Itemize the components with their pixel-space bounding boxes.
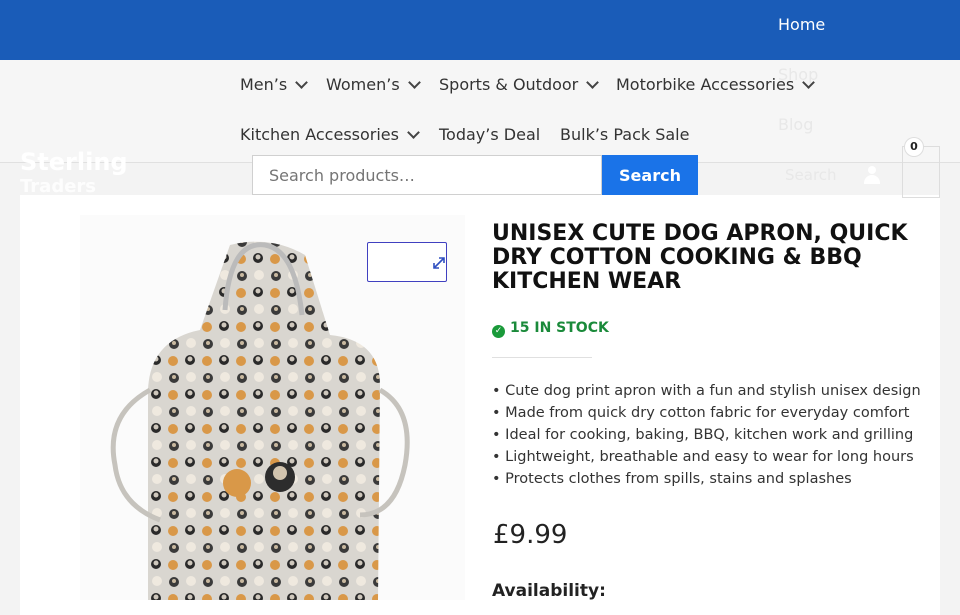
chevron-down-icon: [802, 76, 816, 89]
menu-item-womens[interactable]: Women’s: [326, 75, 421, 94]
product-price: £9.99: [493, 520, 568, 550]
chevron-down-icon: [407, 76, 421, 89]
product-title: Unisex Cute Dog Apron, Quick Dry Cotton …: [492, 221, 908, 294]
menu-item-kitchen-accessories[interactable]: Kitchen Accessories: [240, 125, 420, 144]
divider: [492, 357, 592, 358]
feature-list: • Cute dog print apron with a fun and st…: [492, 380, 932, 490]
menu-item-label: Sports & Outdoor: [439, 75, 579, 94]
user-account-icon[interactable]: [864, 166, 880, 184]
menu-item-mens[interactable]: Men’s: [240, 75, 309, 94]
list-item: • Protects clothes from spills, stains a…: [492, 471, 852, 487]
availability-label: Availability:: [492, 581, 606, 601]
menu-item-label: Women’s: [326, 75, 400, 94]
feature-text: Cute dog print apron with a fun and styl…: [505, 383, 921, 399]
list-item: • Cute dog print apron with a fun and st…: [492, 383, 921, 399]
menu-item-label: Today’s Deal: [439, 125, 541, 144]
site-logo-title[interactable]: Sterling: [20, 148, 128, 176]
stock-status: ✓ 15 IN STOCK: [492, 320, 609, 338]
expand-icon[interactable]: [432, 256, 446, 270]
list-item: • Made from quick dry cotton fabric for …: [492, 405, 910, 421]
menu-item-motorbike-accessories[interactable]: Motorbike Accessories: [616, 75, 816, 94]
check-circle-icon: ✓: [492, 325, 505, 338]
cart-count-badge: 0: [905, 138, 923, 156]
feature-text: Ideal for cooking, baking, BBQ, kitchen …: [505, 427, 914, 443]
menu-item-todays-deal[interactable]: Today’s Deal: [439, 125, 540, 144]
stock-text: 15 IN STOCK: [510, 320, 609, 336]
site-logo-subtitle[interactable]: Traders: [20, 176, 96, 197]
feature-text: Made from quick dry cotton fabric for ev…: [505, 405, 910, 421]
menu-item-label: Kitchen Accessories: [240, 125, 399, 144]
feature-text: Lightweight, breathable and easy to wear…: [505, 449, 914, 465]
chevron-down-icon: [586, 76, 600, 89]
header-search-link[interactable]: Search: [785, 166, 837, 184]
menu-item-label: Men’s: [240, 75, 288, 94]
feature-text: Protects clothes from spills, stains and…: [505, 471, 852, 487]
list-item: • Ideal for cooking, baking, BBQ, kitche…: [492, 427, 914, 443]
menu-item-sports-outdoor[interactable]: Sports & Outdoor: [439, 75, 600, 94]
search-button[interactable]: Search: [602, 155, 698, 195]
menu-item-label: Motorbike Accessories: [616, 75, 795, 94]
search-input[interactable]: [252, 155, 602, 195]
list-item: • Lightweight, breathable and easy to we…: [492, 449, 914, 465]
nav-blog-link[interactable]: Blog: [778, 115, 813, 134]
chevron-down-icon: [407, 126, 420, 139]
menu-item-bulks-pack-sale[interactable]: Bulk’s Pack Sale: [560, 125, 689, 144]
menu-item-label: Bulk’s Pack Sale: [560, 125, 690, 144]
nav-home-link[interactable]: Home: [778, 15, 825, 34]
chevron-down-icon: [295, 76, 309, 89]
